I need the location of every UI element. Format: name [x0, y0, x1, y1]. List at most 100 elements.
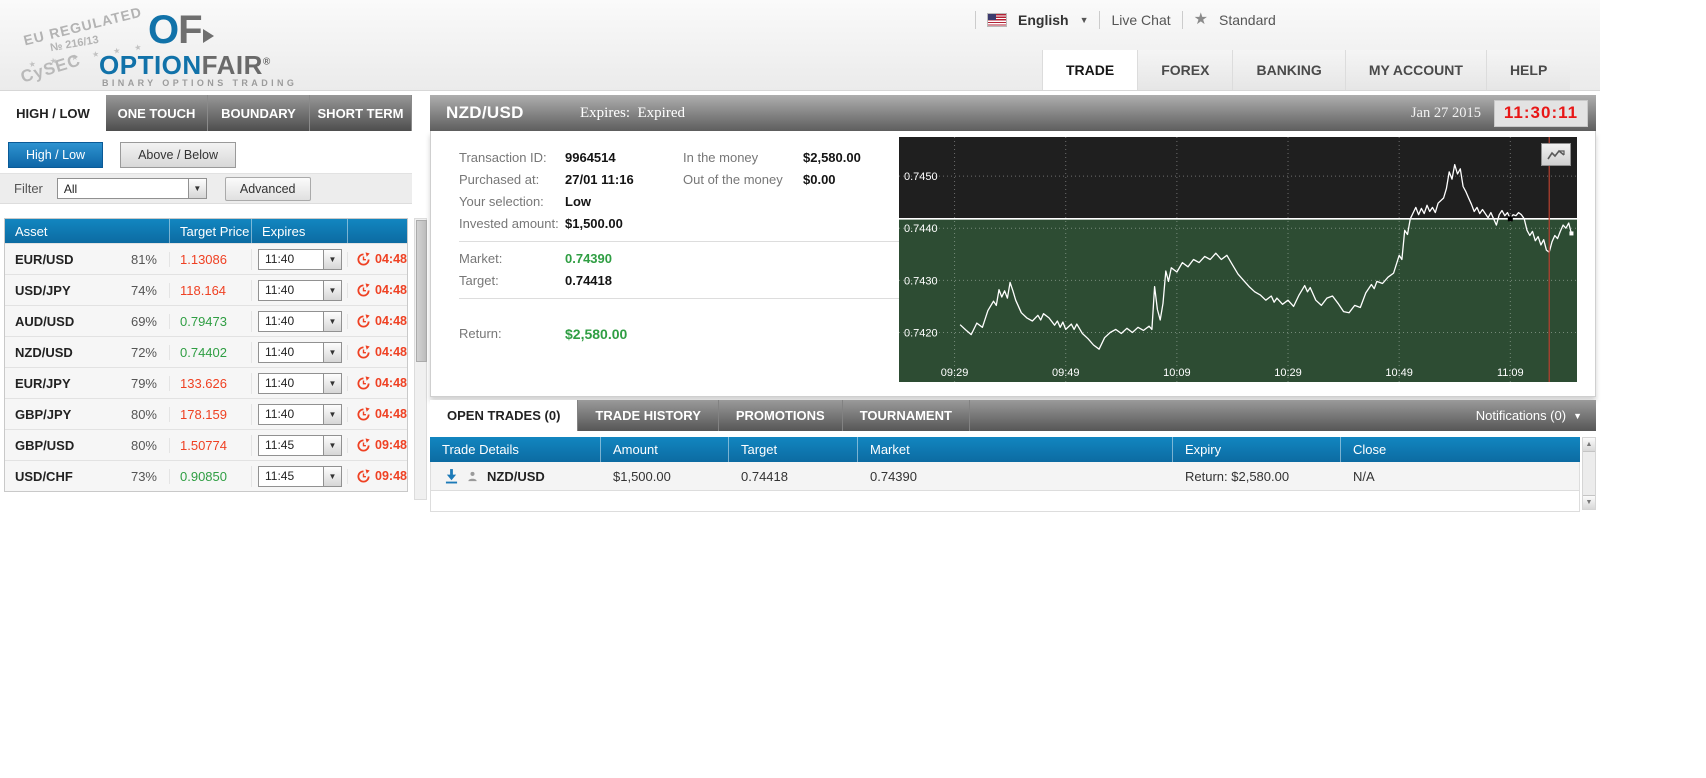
tab-high-low[interactable]: HIGH / LOW [0, 95, 106, 131]
asset-filter-select[interactable]: All ▼ [56, 178, 207, 199]
trade-target: 0.74418 [741, 468, 788, 484]
nav-tab-help[interactable]: HELP [1485, 50, 1571, 90]
advanced-button[interactable]: Advanced [224, 176, 311, 201]
nav-tab-trade[interactable]: TRADE [1042, 50, 1138, 90]
payout-percent: 81% [130, 251, 157, 267]
nav-tab-my-account[interactable]: MY ACCOUNT [1344, 50, 1486, 90]
tab-one-touch[interactable]: ONE TOUCH [106, 95, 208, 131]
tab-trade-history[interactable]: TRADE HISTORY [578, 400, 719, 431]
scroll-down-icon[interactable]: ▼ [1583, 495, 1595, 509]
detail-label: Purchased at: [459, 172, 540, 187]
expiry-select[interactable]: 11:40 ▼ [258, 310, 342, 332]
countdown-timer: 04:48 [375, 345, 407, 359]
asset-row[interactable]: USD/CHF 73% 0.90850 11:45 ▼ 09:48 [5, 460, 407, 491]
chevron-down-icon[interactable]: ▼ [323, 311, 341, 331]
trade-pair-title: NZD/USD [446, 103, 524, 122]
account-tier-label[interactable]: Standard [1219, 12, 1276, 28]
chevron-down-icon[interactable]: ▼ [323, 280, 341, 300]
transaction-details: Transaction ID: 9964514 In the money $2,… [459, 147, 907, 345]
chevron-down-icon[interactable]: ▼ [1080, 15, 1089, 25]
scroll-up-icon[interactable]: ▲ [1583, 438, 1595, 452]
chevron-down-icon[interactable]: ▼ [323, 466, 341, 486]
svg-text:10:49: 10:49 [1385, 367, 1413, 379]
above-below-mode-button[interactable]: Above / Below [120, 142, 236, 168]
nav-tab-forex[interactable]: FOREX [1137, 50, 1233, 90]
filter-label: Filter [14, 181, 43, 196]
target-price: 133.626 [180, 375, 227, 391]
asset-row[interactable]: AUD/USD 69% 0.79473 11:40 ▼ 04:48 [5, 305, 407, 336]
transaction-id: 9964514 [565, 150, 616, 165]
chevron-down-icon[interactable]: ▼ [323, 435, 341, 455]
asset-row[interactable]: EUR/JPY 79% 133.626 11:40 ▼ 04:48 [5, 367, 407, 398]
target-price: 0.79473 [180, 313, 227, 329]
asset-table-body: EUR/USD 81% 1.13086 11:40 ▼ 04:48 USD/JP… [5, 243, 407, 491]
server-clock: 11:30:11 [1494, 99, 1588, 127]
detail-label: Market: [459, 251, 503, 266]
main-nav: TRADE FOREX BANKING MY ACCOUNT HELP [1042, 50, 1571, 90]
detail-label: Transaction ID: [459, 150, 547, 165]
live-chat-link[interactable]: Live Chat [1111, 12, 1170, 28]
countdown-timer: 09:48 [375, 438, 407, 452]
utility-bar: English ▼ Live Chat ★ Standard [975, 8, 1276, 32]
asset-pair-label: NZD/USD [15, 344, 73, 360]
current-date: Jan 27 2015 [1410, 104, 1481, 121]
in-the-money-value: $2,580.00 [803, 150, 861, 165]
line-chart-icon [1547, 149, 1565, 159]
trade-detail-panel: Transaction ID: 9964514 In the money $2,… [430, 131, 1596, 397]
chevron-down-icon[interactable]: ▼ [323, 249, 341, 269]
column-header-countdown [347, 219, 407, 243]
asset-row[interactable]: GBP/JPY 80% 178.159 11:40 ▼ 04:48 [5, 398, 407, 429]
tab-short-term[interactable]: SHORT TERM [310, 95, 412, 131]
expiry-select[interactable]: 11:40 ▼ [258, 341, 342, 363]
tab-tournament[interactable]: TOURNAMENT [843, 400, 970, 431]
optionfair-wordmark: OPTIONFAIR® [99, 50, 271, 80]
logo-arrow-icon [202, 29, 214, 43]
star-icon: ★ [1193, 11, 1208, 28]
chevron-down-icon[interactable]: ▼ [187, 179, 206, 198]
nav-tab-banking[interactable]: BANKING [1232, 50, 1345, 90]
notifications-dropdown[interactable]: Notifications (0) ▼ [1476, 400, 1596, 431]
asset-row[interactable]: NZD/USD 72% 0.74402 11:40 ▼ 04:48 [5, 336, 407, 367]
expiry-select[interactable]: 11:40 ▼ [258, 279, 342, 301]
column-header-target: Target [728, 437, 857, 462]
payout-percent: 80% [130, 437, 157, 453]
asset-row[interactable]: GBP/USD 80% 1.50774 11:45 ▼ 09:48 [5, 429, 407, 460]
tab-promotions[interactable]: PROMOTIONS [719, 400, 843, 431]
divider [459, 298, 907, 299]
expiry-select[interactable]: 11:45 ▼ [258, 434, 342, 456]
price-chart-svg: 0.7450 0.7440 0.7430 0.7420 09:29 09:49 10:09 1… [899, 137, 1577, 382]
detail-label: Out of the money [683, 172, 783, 187]
column-header-trade-details: Trade Details [442, 442, 519, 457]
bottom-tab-bar: OPEN TRADES (0) TRADE HISTORY PROMOTIONS… [430, 400, 1596, 431]
tab-boundary[interactable]: BOUNDARY [208, 95, 310, 131]
expiry-select[interactable]: 11:40 ▼ [258, 403, 342, 425]
invested-amount-value: $1,500.00 [565, 216, 623, 231]
target-price: 0.74402 [180, 344, 227, 360]
chevron-down-icon[interactable]: ▼ [323, 373, 341, 393]
asset-row[interactable]: USD/JPY 74% 118.164 11:40 ▼ 04:48 [5, 274, 407, 305]
tab-open-trades[interactable]: OPEN TRADES (0) [430, 400, 579, 431]
divider [1099, 11, 1101, 29]
timer-icon [357, 406, 370, 421]
chevron-down-icon[interactable]: ▼ [323, 342, 341, 362]
svg-text:0.7420: 0.7420 [904, 327, 938, 339]
countdown-timer: 04:48 [375, 252, 407, 266]
language-selector[interactable]: English [1018, 12, 1069, 28]
countdown-timer: 09:48 [375, 469, 407, 483]
scrollbar-thumb[interactable] [416, 220, 427, 362]
high-low-mode-button[interactable]: High / Low [8, 142, 104, 168]
trade-market: 0.74390 [870, 468, 917, 484]
chevron-down-icon[interactable]: ▼ [323, 404, 341, 424]
asset-row[interactable]: EUR/USD 81% 1.13086 11:40 ▼ 04:48 [5, 243, 407, 274]
trades-scrollbar[interactable]: ▲ ▼ [1582, 437, 1596, 510]
trades-table: Trade Details Amount Target Market Expir… [430, 437, 1580, 512]
trade-row[interactable]: NZD/USD $1,500.00 0.74418 0.74390 Return… [430, 462, 1580, 491]
chart-type-button[interactable] [1541, 143, 1571, 166]
expiry-select[interactable]: 11:45 ▼ [258, 465, 342, 487]
asset-list-scrollbar[interactable] [414, 218, 427, 500]
expiry-select[interactable]: 11:40 ▼ [258, 248, 342, 270]
timer-icon [357, 251, 370, 266]
detail-label: Target: [459, 273, 499, 288]
svg-text:11:09: 11:09 [1497, 367, 1524, 379]
expiry-select[interactable]: 11:40 ▼ [258, 372, 342, 394]
